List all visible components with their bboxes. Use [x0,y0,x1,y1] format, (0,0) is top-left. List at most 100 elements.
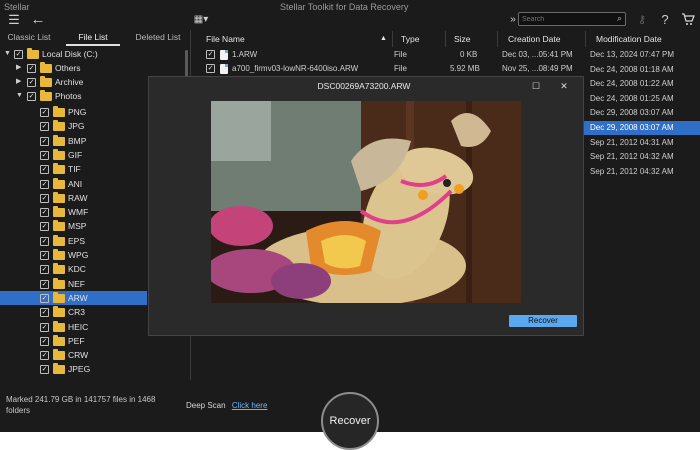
tree-item-pef[interactable]: ✓ PEF [0,334,147,348]
tree-item-ani[interactable]: ✓ ANI [0,177,147,191]
tree-item-label: ARW [68,292,88,303]
collapse-icon[interactable]: ▼ [16,89,24,103]
tree-item-kdc[interactable]: ✓ KDC [0,262,147,276]
tab-deleted-list[interactable]: Deleted List [128,32,188,46]
modification-date-cell[interactable]: Dec 29, 2008 03:07 AM [584,121,700,135]
close-icon[interactable]: ✕ [557,79,571,93]
column-header-modification-date[interactable]: Modification Date [596,32,662,46]
checkbox[interactable]: ✓ [206,64,215,73]
tree-item-cr3[interactable]: ✓ CR3 [0,305,147,319]
deep-scan-label: Deep Scan [186,401,226,410]
tree-item-png[interactable]: ✓ PNG [0,105,147,119]
tree-item-raw[interactable]: ✓ RAW [0,191,147,205]
checkbox[interactable]: ✓ [40,279,49,289]
checkbox[interactable]: ✓ [40,236,49,246]
window-title: Stellar Toolkit for Data Recovery [280,2,409,12]
modification-date-cell[interactable]: Dec 13, 2024 07:47 PM [584,48,700,62]
cart-icon[interactable] [680,12,696,28]
expand-icon[interactable]: ▶ [16,61,24,75]
checkbox[interactable]: ✓ [27,64,36,73]
folder-icon [53,148,65,160]
checkbox[interactable]: ✓ [40,293,49,303]
expand-icon[interactable]: ▶ [16,75,24,89]
tree-item-jpg[interactable]: ✓ JPG [0,119,147,133]
checkbox[interactable]: ✓ [40,193,49,203]
search-icon[interactable]: ⌕ [617,13,622,24]
column-separator[interactable] [392,31,393,47]
tree-item-label: Archive [55,77,84,87]
modification-date-cell[interactable]: Sep 21, 2012 04:32 AM [584,150,700,164]
tree-item-label: TIF [68,164,81,175]
tree-item-jpeg[interactable]: ✓ JPEG [0,362,147,376]
modification-date-cell[interactable]: Sep 21, 2012 04:32 AM [584,165,700,179]
collapse-icon[interactable]: ▼ [4,47,12,61]
tree-item-msp[interactable]: ✓ MSP [0,219,147,233]
key-icon[interactable]: ⚷ [634,12,650,28]
checkbox[interactable]: ✓ [40,351,49,361]
search-box[interactable]: ⌕ [518,12,626,26]
checkbox[interactable]: ✓ [40,179,49,189]
menu-icon[interactable]: ☰ [6,12,22,28]
folder-icon [27,48,39,59]
column-separator[interactable] [585,31,586,47]
maximize-icon[interactable]: ☐ [529,79,543,93]
folder-icon [53,277,65,289]
tab-file-list[interactable]: File List [66,32,120,46]
checkbox[interactable]: ✓ [40,208,49,218]
modification-date-cell[interactable]: Dec 29, 2008 03:07 AM [584,106,700,120]
deep-scan-link[interactable]: Click here [232,401,268,410]
tree-item-label: CRW [68,350,89,361]
column-header-type[interactable]: Type [401,32,419,46]
checkbox[interactable]: ✓ [40,136,49,146]
search-input[interactable] [522,14,608,25]
modification-date-cell[interactable]: Dec 24, 2008 01:25 AM [584,92,700,106]
checkbox[interactable]: ✓ [40,122,49,132]
modification-date-cell[interactable]: Dec 24, 2008 01:18 AM [584,63,700,77]
checkbox[interactable]: ✓ [40,251,49,260]
tree-item-crw[interactable]: ✓ CRW [0,348,147,362]
checkbox[interactable]: ✓ [40,165,49,175]
table-row[interactable]: ✓ a700_firmv03-lowNR-6400iso.ARW File 5.… [204,62,584,75]
tree-item-wpg[interactable]: ✓ WPG [0,248,147,262]
column-separator[interactable] [497,31,498,47]
checkbox[interactable]: ✓ [40,336,49,346]
checkbox[interactable]: ✓ [40,365,49,375]
tree-item-local-disk[interactable]: ▼ ✓ Local Disk (C:) [0,47,185,61]
file-name: 1.ARW [232,50,258,59]
checkbox[interactable]: ✓ [40,322,49,332]
tree-item-gif[interactable]: ✓ GIF [0,148,147,162]
folder-icon [53,120,65,132]
checkbox[interactable]: ✓ [40,308,49,318]
column-header-creation-date[interactable]: Creation Date [508,32,560,46]
tree-item-bmp[interactable]: ✓ BMP [0,134,147,148]
checkbox[interactable]: ✓ [40,222,49,232]
checkbox[interactable]: ✓ [40,150,49,160]
table-row[interactable]: ✓ 1.ARW File 0 KB Dec 03, ...05:41 PM [204,48,584,61]
tree-item-others[interactable]: ▶ ✓ Others [0,61,185,75]
modification-date-cell[interactable]: Dec 24, 2008 01:22 AM [584,77,700,91]
column-separator[interactable] [445,31,446,47]
recover-button[interactable]: Recover [321,392,379,450]
tree-item-label: JPG [68,121,85,132]
column-header-file-name[interactable]: File Name ▲ [206,32,387,46]
tree-item-tif[interactable]: ✓ TIF [0,162,147,176]
tree-item-arw[interactable]: ✓ ARW [0,290,147,305]
tab-classic-list[interactable]: Classic List [0,32,58,46]
tree-item-eps[interactable]: ✓ EPS [0,234,147,248]
tree-item-wmf[interactable]: ✓ WMF [0,205,147,219]
checkbox[interactable]: ✓ [27,92,36,101]
tree-item-heic[interactable]: ✓ HEIC [0,320,147,334]
help-icon[interactable]: ? [657,12,673,28]
column-header-size[interactable]: Size [454,32,471,46]
grid-view-icon[interactable]: ▦▾ [190,12,212,28]
sort-up-icon[interactable]: ▲ [380,32,387,46]
tree-item-nef[interactable]: ✓ NEF [0,277,147,291]
checkbox[interactable]: ✓ [14,50,23,59]
modification-date-cell[interactable]: Sep 21, 2012 04:31 AM [584,136,700,150]
checkbox[interactable]: ✓ [40,108,49,117]
checkbox[interactable]: ✓ [27,78,36,87]
checkbox[interactable]: ✓ [206,50,215,59]
checkbox[interactable]: ✓ [40,265,49,275]
preview-recover-button[interactable]: Recover [509,315,577,327]
back-icon[interactable]: ← [30,12,46,28]
